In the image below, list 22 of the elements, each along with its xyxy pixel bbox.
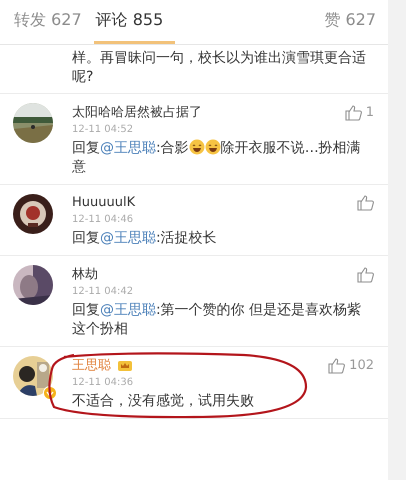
comment-text: 回复@王思聪:活捉校长 — [72, 229, 218, 248]
user-name[interactable]: 林劫 — [72, 265, 98, 283]
comment-text: 不适合，没有感觉，试用失败 — [72, 392, 255, 411]
like-count: 1 — [366, 104, 374, 120]
user-name[interactable]: HuuuuulK — [72, 195, 136, 210]
comment-time: 12-11 04:42 — [72, 286, 134, 297]
crown-badge-icon — [117, 358, 133, 372]
thumbs-up-icon[interactable] — [344, 104, 362, 120]
laughing-face-icon — [188, 139, 205, 155]
laughing-face-icon — [204, 139, 221, 155]
user-name[interactable]: 太阳哈哈居然被占据了 — [72, 103, 202, 121]
tab[interactable]: 评论 855 — [94, 0, 176, 44]
comment-text: 回复@王思聪:第一个赞的你 但是还是喜欢杨紫这个扮相 — [72, 301, 362, 339]
thumbs-up-icon[interactable] — [328, 356, 346, 374]
comment-time: 12-11 04:52 — [72, 124, 134, 135]
comment-text: 回复@王思聪:合影 除开衣服不说…扮相满意 — [72, 139, 362, 177]
comment-text: 样。再冒昧问一句，校长以为谁出演雪琪更合适呢? — [0, 45, 388, 94]
comment-time: 12-11 04:36 — [72, 377, 134, 388]
thumbs-up-icon[interactable] — [357, 194, 374, 211]
thumbs-up-icon[interactable] — [357, 266, 374, 282]
like-count: 102 — [349, 358, 374, 372]
comment-time: 12-11 04:46 — [72, 214, 134, 225]
